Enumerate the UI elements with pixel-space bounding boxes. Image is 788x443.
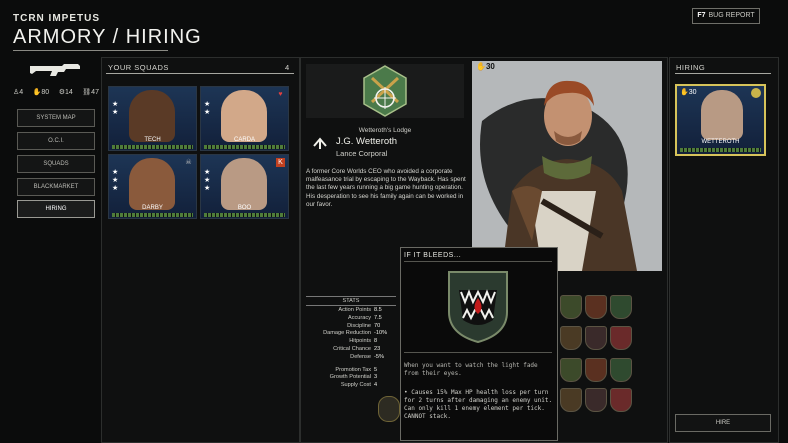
perk-slot-icon[interactable] — [585, 326, 607, 350]
perk-slot-icon[interactable] — [610, 388, 632, 412]
tooltip-divider-2 — [404, 352, 552, 353]
nav-blackmarket[interactable]: BLACKMARKET — [17, 178, 95, 196]
rank-stars: ★ ★ ★ — [204, 169, 211, 192]
character-portrait — [472, 61, 662, 271]
nav-oci[interactable]: O.C.I. — [17, 132, 95, 150]
fist-icon: ✋80 — [32, 89, 50, 96]
heart-icon: ♥ — [278, 91, 283, 98]
medal-icon — [378, 396, 400, 422]
perk-flavor-text: When you want to watch the light fade fr… — [404, 362, 538, 377]
hp-bar — [112, 213, 193, 217]
squad-member-name: DARBY — [142, 205, 163, 211]
stat-row: Defense -5% — [350, 353, 384, 360]
title-divider — [13, 50, 168, 51]
soldier-icon: ♙4 — [13, 89, 24, 96]
hp-bar — [204, 213, 285, 217]
bug-report-button[interactable]: F7 BUG REPORT — [692, 8, 760, 24]
squad-portrait — [221, 158, 267, 210]
none-icon — [184, 90, 193, 99]
hiring-candidate-card[interactable]: ✋30 WETTEROTH — [675, 84, 766, 156]
squad-card[interactable]: ★ ★ ♥ CARDA — [200, 86, 289, 151]
credits-icon: ⛓47 — [82, 89, 99, 96]
perk-slot-icon[interactable] — [610, 295, 632, 319]
rank-stars: ★ ★ ★ — [112, 169, 119, 192]
squad-member-name: TECH — [144, 137, 161, 143]
stat-row: Discipline 70 — [347, 322, 381, 329]
nav-system-map[interactable]: SYSTEM MAP — [17, 109, 95, 127]
hire-button[interactable]: HIRE — [675, 414, 771, 432]
stat-row: Supply Cost 4 — [340, 382, 378, 389]
squad-member-name: CARDA — [233, 137, 255, 143]
candidate-face — [701, 90, 743, 140]
perk-slot-icon[interactable] — [610, 358, 632, 382]
nav-hiring[interactable]: HIRING — [17, 200, 95, 218]
fist-icon: ✋ — [476, 62, 486, 71]
unit-emblem — [306, 64, 464, 118]
character-bio: A former Core Worlds CEO who avoided a c… — [306, 168, 466, 208]
gear-icon: ⚙14 — [58, 89, 73, 96]
perk-slot-icon[interactable] — [585, 388, 607, 412]
perk-slot-icon[interactable] — [610, 326, 632, 350]
perk-slot-icon[interactable] — [560, 295, 582, 319]
rank-stars: ★ ★ — [112, 101, 119, 116]
squad-portrait — [221, 90, 267, 142]
squad-portrait — [129, 90, 175, 142]
hire-cost: ✋30 — [476, 62, 495, 71]
stat-row: Growth Potential 3 — [329, 374, 378, 381]
skull-icon: ☠ — [185, 159, 192, 166]
squad-card[interactable]: ★ ★ ★ ☠ DARBY — [108, 154, 197, 219]
rank-stars: ★ ★ — [204, 101, 211, 116]
squad-member-name: BOO — [237, 205, 252, 211]
bug-report-key: F7 — [697, 12, 706, 19]
stat-row: Damage Reduction -10% — [323, 330, 388, 337]
squads-title: YOUR SQUADS — [108, 63, 169, 72]
candidate-hp-bar — [680, 148, 761, 152]
candidate-badge-icon — [751, 88, 761, 98]
character-name: J.G. Wetteroth — [336, 136, 398, 147]
squads-count: 4 — [285, 63, 290, 72]
squad-card[interactable]: ★ ★ ★ K BOO — [200, 154, 289, 219]
nav-squads[interactable]: SQUADS — [17, 155, 95, 173]
tooltip-divider — [404, 261, 552, 262]
hp-bar — [204, 145, 285, 149]
hiring-title: HIRING — [676, 63, 706, 72]
rifle-icon — [30, 64, 80, 76]
k-badge-icon: K — [276, 158, 285, 167]
bleed-perk-icon — [448, 271, 508, 344]
perk-slot-icon[interactable] — [560, 326, 582, 350]
stats-header: STATS — [306, 296, 396, 306]
perk-slot-icon[interactable] — [585, 358, 607, 382]
org-name: TCRN IMPETUS — [13, 13, 100, 24]
rank-chevron-icon — [313, 137, 327, 149]
page-title: ARMORY / HIRING — [13, 26, 202, 48]
character-rank: Lance Corporal — [336, 149, 388, 158]
squad-card[interactable]: ★ ★ TECH — [108, 86, 197, 151]
resource-bar: ♙4 ✋80 ⚙14 ⛓47 — [13, 88, 99, 98]
bug-report-label: BUG REPORT — [708, 12, 755, 19]
candidate-cost: ✋30 — [680, 89, 697, 96]
stat-row: Hitpoints 8 — [349, 338, 378, 345]
hiring-divider — [675, 73, 771, 74]
perk-slot-icon[interactable] — [585, 295, 607, 319]
perk-effect-text: • Causes 15% Max HP health loss per turn… — [404, 389, 553, 420]
squads-divider — [106, 73, 294, 74]
hp-bar — [112, 145, 193, 149]
candidate-name: WETTEROTH — [701, 139, 740, 145]
perk-slot-icon[interactable] — [560, 358, 582, 382]
stat-row: Action Points 8.5 — [338, 307, 382, 313]
stat-row: Promotion Tax 5 — [335, 366, 378, 373]
perk-slot-icon[interactable] — [560, 388, 582, 412]
stat-row: Accuracy 7.5 — [347, 314, 382, 321]
perk-title: IF IT BLEEDS... — [404, 252, 462, 259]
stat-row: Critical Chance 23 — [333, 346, 381, 352]
lodge-name: Wetteroth's Lodge — [358, 127, 412, 134]
squad-portrait — [129, 158, 175, 210]
